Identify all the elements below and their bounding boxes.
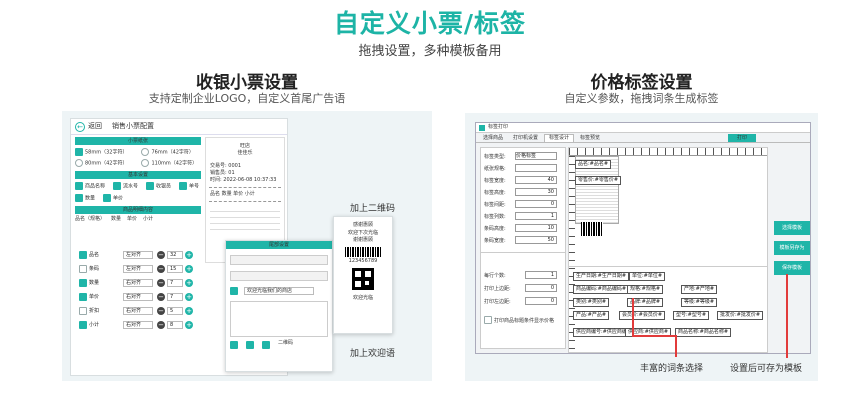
qr-code-icon bbox=[352, 268, 374, 290]
label-type-select[interactable]: 价格标签 bbox=[515, 152, 557, 160]
detail-row: 小计 右对齐 −8 + bbox=[75, 319, 201, 330]
header-option[interactable]: 商品名称 bbox=[75, 182, 105, 190]
header-option[interactable]: 数量 bbox=[75, 194, 95, 202]
word-chip[interactable]: 商品编码:#商品编码# bbox=[573, 285, 630, 294]
label-print-window: 标签打印 选择商品 打印机设置 标签设计 标签预览 打印 标签类型: 价格标签 纸… bbox=[475, 122, 811, 354]
word-chip[interactable]: 类别:#类别# bbox=[573, 298, 610, 307]
header-option[interactable]: 收银员 bbox=[146, 182, 171, 190]
qr-tag[interactable]: 二维码 bbox=[278, 341, 293, 349]
pointer-line bbox=[786, 274, 788, 358]
receipt-section-subtitle: 支持定制企业LOGO，自定义首尾广告语 bbox=[148, 92, 346, 105]
barcode-icon[interactable] bbox=[581, 222, 603, 236]
section-paper: 小票纸张 bbox=[75, 137, 201, 145]
pointer-line bbox=[675, 335, 677, 357]
word-chip[interactable]: 会员价:#会员价# bbox=[619, 311, 666, 320]
paper-option[interactable]: 110mm（42字符） bbox=[141, 159, 197, 167]
detail-row: 条码 左对齐 −15 + bbox=[75, 263, 201, 274]
label-cols-input[interactable]: 1 bbox=[515, 212, 557, 220]
page-title: 自定义小票/标签 bbox=[333, 9, 527, 38]
header-option[interactable]: 单价 bbox=[103, 194, 123, 202]
word-chip[interactable]: 产地:#产地# bbox=[681, 285, 718, 294]
word-chip[interactable]: 规格:#规格# bbox=[627, 285, 664, 294]
word-chip[interactable]: 单位:#单位# bbox=[629, 272, 666, 281]
app-icon bbox=[479, 124, 485, 131]
canvas-label-name[interactable]: 品名:#品名# bbox=[575, 160, 612, 169]
barcode-height-input[interactable]: 10 bbox=[515, 224, 557, 232]
page-subtitle: 拖拽设置，多种模板备用 bbox=[358, 44, 502, 59]
label-section-subtitle: 自定义参数，拖拽词条生成标签 bbox=[564, 92, 719, 105]
tab-design[interactable]: 标签设计 bbox=[544, 134, 575, 142]
word-chip[interactable]: 生产日期:#生产日期# bbox=[573, 272, 630, 281]
word-chip[interactable]: 商品名称:#商品名称# bbox=[675, 328, 732, 337]
top-margin-input[interactable]: 0 bbox=[525, 284, 557, 292]
ruler bbox=[569, 148, 767, 156]
title-checkbox[interactable]: 打印商品标题条件显示价格 bbox=[494, 317, 554, 324]
section-body: 商品明细内容 bbox=[75, 206, 201, 214]
receipt-qr-preview: 感谢惠顾 欢迎下次光临 谢谢惠顾 123456789 欢迎光临 bbox=[333, 216, 393, 334]
label-height-input[interactable]: 30 bbox=[515, 188, 557, 196]
paper-option[interactable]: 58mm（32字符） bbox=[75, 148, 127, 156]
tab-preview[interactable]: 标签预览 bbox=[576, 135, 604, 142]
pointer-line bbox=[632, 335, 677, 337]
label-width-input[interactable]: 40 bbox=[515, 176, 557, 184]
detail-row: 折扣 右对齐 −5 + bbox=[75, 305, 201, 316]
app-title: 标签打印 bbox=[488, 124, 509, 130]
print-button[interactable]: 打印 bbox=[728, 134, 756, 142]
header-option[interactable]: 单号 bbox=[179, 182, 199, 190]
footer-text[interactable]: 欢迎光临我们的商店 bbox=[244, 287, 314, 295]
tab-select-goods[interactable]: 选择商品 bbox=[479, 135, 507, 142]
back-button[interactable]: 返回 bbox=[88, 123, 102, 130]
save-template-button[interactable]: 保存模板 bbox=[774, 261, 810, 275]
word-chip[interactable]: 批发价:#批发价# bbox=[717, 311, 764, 320]
paper-option[interactable]: 76mm（42字符） bbox=[141, 148, 194, 156]
paper-spec-select[interactable] bbox=[515, 164, 557, 172]
header-option[interactable]: 流水号 bbox=[113, 182, 138, 190]
label-gap-input[interactable]: 0 bbox=[515, 200, 557, 208]
back-icon[interactable]: ← bbox=[75, 121, 85, 132]
word-chip[interactable]: 产品:#产品# bbox=[573, 311, 610, 320]
word-chip[interactable]: 等级:#等级# bbox=[681, 298, 718, 307]
note-welcome: 加上欢迎语 bbox=[350, 349, 396, 359]
paper-option[interactable]: 80mm（42字符） bbox=[75, 159, 127, 167]
body-header: 品名（规格） 数量 单价 小计 bbox=[75, 216, 154, 222]
detail-row: 单价 右对齐 −7 + bbox=[75, 291, 201, 302]
select-template-button[interactable]: 选择模板 bbox=[774, 221, 810, 235]
note-save: 设置后可存为模板 bbox=[730, 364, 803, 374]
barcode-width-input[interactable]: 50 bbox=[515, 236, 557, 244]
section-header: 基本设置 bbox=[75, 171, 201, 179]
settings-column: 小票纸张 58mm（32字符） 76mm（42字符） 80mm（42字符） 110m… bbox=[75, 137, 201, 375]
left-margin-input[interactable]: 0 bbox=[525, 297, 557, 305]
note-words: 丰富的词条选择 bbox=[640, 364, 704, 374]
tab-printer[interactable]: 打印机设置 bbox=[509, 135, 542, 142]
detail-row: 数量 右对齐 −7 + bbox=[75, 277, 201, 288]
footer-settings-window: 尾部设置 欢迎光临我们的商店 二维码 bbox=[225, 240, 333, 372]
label-form: 标签类型: 价格标签 纸张规格: 标签宽度: 40 标签高度: 30 标签间距: 0 标… bbox=[480, 147, 566, 349]
config-title: 销售小票配置 bbox=[112, 122, 154, 130]
pointer-line bbox=[632, 298, 634, 336]
word-chip[interactable]: 型号:#型号# bbox=[673, 311, 710, 320]
save-as-template-button[interactable]: 模板另存为 bbox=[774, 241, 810, 255]
detail-row: 品名 左对齐 −32 + bbox=[75, 249, 201, 260]
per-row-input[interactable]: 1 bbox=[525, 271, 557, 279]
design-canvas[interactable]: 品名:#品名# 零售价:#零售价# 生产日期:#生产日期# 单位:#单位# 商品… bbox=[568, 147, 768, 353]
canvas-label-price[interactable]: 零售价:#零售价# bbox=[575, 176, 622, 185]
note-qr: 加上二维码 bbox=[350, 204, 396, 214]
footer-title: 尾部设置 bbox=[226, 241, 332, 249]
